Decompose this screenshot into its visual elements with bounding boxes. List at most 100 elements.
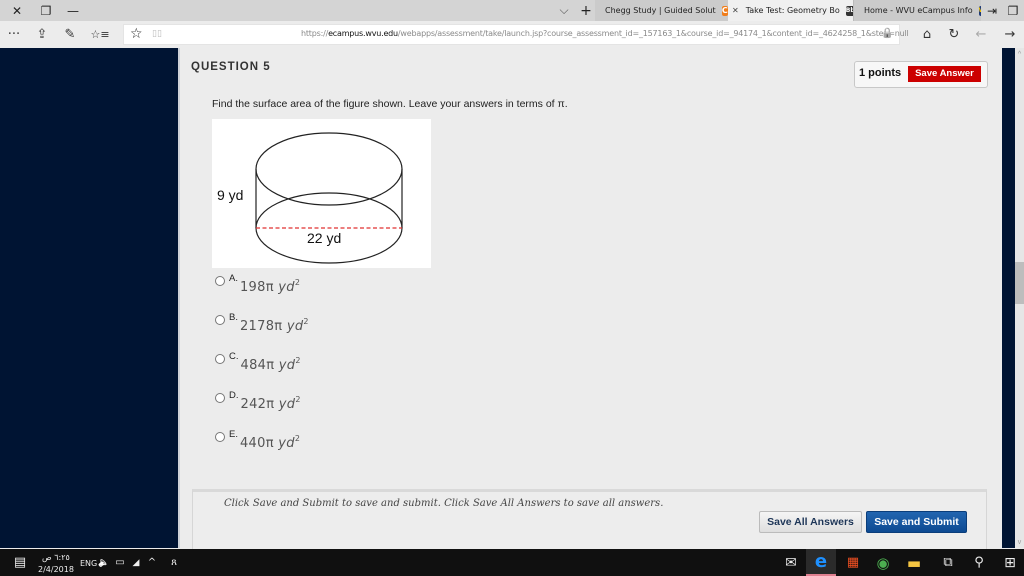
minimize-window-button[interactable]: —	[58, 0, 88, 21]
blackboard-favicon-icon: Bb	[845, 5, 853, 16]
mail-icon: ✉	[785, 554, 797, 571]
arrow-right-icon: →	[1004, 27, 1016, 42]
wifi-button[interactable]: ◢	[130, 549, 142, 576]
choice-b[interactable]: B. 2178π yd2	[215, 312, 309, 334]
choice-answer: 440π yd2	[239, 434, 301, 451]
choice-letter: C.	[229, 351, 239, 362]
points-value: 1 points	[859, 67, 902, 79]
choice-letter: E.	[229, 429, 238, 440]
notification-icon: ▤	[13, 555, 27, 570]
favorites-hub-button[interactable]: ☆≡	[88, 21, 112, 48]
show-hidden-icons-button[interactable]: ^	[146, 549, 158, 576]
close-icon: ✕	[11, 3, 23, 18]
tab-chegg[interactable]: Chegg Study | Guided Solut C	[595, 0, 728, 21]
tab-list-button[interactable]: ⌵	[553, 0, 575, 21]
restore-icon: ❐	[40, 3, 52, 18]
more-button[interactable]: ···	[2, 21, 26, 48]
home-button[interactable]: ⌂	[916, 21, 938, 48]
new-tab-button[interactable]: +	[575, 0, 597, 21]
task-view-icon: ⧉	[943, 555, 953, 570]
search-button[interactable]: ⚲	[968, 549, 990, 576]
radio-button[interactable]	[215, 276, 225, 286]
radio-button[interactable]	[215, 432, 225, 442]
tab-label: Home - WVU eCampus Info	[864, 6, 973, 15]
close-window-button[interactable]: ✕	[2, 0, 32, 21]
tab-label: Chegg Study | Guided Solut	[605, 6, 716, 15]
tab-label: Take Test: Geometry Bo	[745, 6, 840, 15]
tab-wvu-home[interactable]: Home - WVU eCampus Info WV	[853, 0, 981, 21]
question-text: Find the surface area of the figure show…	[212, 98, 568, 110]
minimize-icon: —	[67, 3, 79, 18]
add-favorite-icon[interactable]: ☆	[130, 26, 143, 42]
tab-take-test[interactable]: ✕ Take Test: Geometry Bo Bb	[728, 0, 853, 21]
people-button[interactable]: ጸ	[166, 549, 182, 576]
choice-answer: 198π yd2	[239, 278, 301, 295]
start-button[interactable]: ⊞	[998, 549, 1022, 576]
right-panel	[1002, 48, 1015, 548]
windows-icon: ⊞	[1004, 554, 1016, 571]
choice-d[interactable]: D. 242π yd2	[215, 390, 301, 412]
radio-button[interactable]	[215, 315, 225, 325]
action-center-button[interactable]: ▤	[10, 549, 30, 576]
diameter-label: 22 yd	[307, 230, 342, 246]
share-icon: ⇪	[36, 27, 48, 42]
url-text[interactable]: https://ecampus.wvu.edu/webapps/assessme…	[301, 29, 909, 38]
choice-c[interactable]: C. 484π yd2	[215, 351, 301, 373]
address-bar[interactable]: ☆ ▯▯ https://ecampus.wvu.edu/webapps/ass…	[123, 24, 909, 45]
plus-icon: +	[580, 2, 592, 19]
edge-app-button[interactable]: e	[806, 549, 836, 576]
people-icon: ጸ	[171, 557, 177, 568]
scrollbar-thumb[interactable]	[1015, 262, 1024, 304]
choice-letter: A.	[229, 273, 238, 284]
chevron-down-icon: ⌵	[559, 3, 569, 17]
scroll-down-icon[interactable]: v	[1015, 538, 1024, 548]
chrome-icon: ◉	[876, 553, 890, 572]
cylinder-figure: 9 yd 22 yd	[212, 119, 431, 268]
volume-icon: 🔈	[98, 557, 110, 568]
mail-app-button[interactable]: ✉	[780, 549, 802, 576]
restore-window-button[interactable]: ❐	[31, 0, 61, 21]
choice-letter: B.	[229, 312, 238, 323]
back-button[interactable]: ←	[970, 21, 992, 48]
share-button[interactable]: ⇪	[30, 21, 54, 48]
forward-button[interactable]: →	[998, 21, 1022, 48]
file-explorer-button[interactable]: ▬	[903, 549, 925, 576]
task-view-button[interactable]: ⧉	[937, 549, 959, 576]
choice-a[interactable]: A. 198π yd2	[215, 273, 300, 295]
cylinder-top-ellipse	[255, 132, 403, 206]
tab-preview-button[interactable]: ❐	[1002, 0, 1024, 21]
save-and-submit-button[interactable]: Save and Submit	[866, 511, 967, 533]
refresh-icon: ↻	[948, 27, 960, 42]
tab-preview-icon: ❐	[1007, 3, 1019, 18]
pen-icon: ✎	[64, 27, 76, 42]
input-language[interactable]: ENG	[80, 559, 97, 568]
choice-answer: 242π yd2	[240, 395, 301, 412]
wifi-icon: ◢	[132, 557, 140, 568]
choice-e[interactable]: E. 440π yd2	[215, 429, 300, 451]
refresh-button[interactable]: ↻	[942, 21, 966, 48]
arrow-left-icon: ←	[975, 27, 987, 42]
save-all-answers-button[interactable]: Save All Answers	[759, 511, 862, 533]
set-aside-icon: ⇥	[986, 3, 998, 18]
reading-view-icon[interactable]: ▯▯	[152, 29, 162, 39]
submit-instructions: Click Save and Submit to save and submit…	[224, 498, 664, 509]
web-notes-button[interactable]: ✎	[58, 21, 82, 48]
radio-button[interactable]	[215, 354, 225, 364]
save-answer-button[interactable]: Save Answer	[908, 66, 981, 82]
clock-date[interactable]: 2/4/2018	[38, 565, 74, 574]
clock-time[interactable]: ٦:٢٥ ص	[42, 553, 70, 562]
chevron-up-icon: ^	[147, 557, 157, 568]
question-title: QUESTION 5	[191, 61, 271, 73]
chrome-app-button[interactable]: ◉	[872, 549, 894, 576]
battery-icon: ▭	[115, 557, 125, 568]
scroll-up-icon[interactable]: ^	[1015, 50, 1024, 60]
choice-letter: D.	[229, 390, 239, 401]
close-tab-icon[interactable]: ✕	[732, 6, 739, 15]
store-app-button[interactable]: ▦	[842, 549, 864, 576]
set-aside-tabs-button[interactable]: ⇥	[982, 0, 1002, 21]
battery-button[interactable]: ▭	[114, 549, 126, 576]
volume-button[interactable]: 🔈	[97, 549, 111, 576]
lock-icon: 🔒	[881, 28, 894, 39]
radio-button[interactable]	[215, 393, 225, 403]
more-icon: ···	[7, 27, 21, 42]
